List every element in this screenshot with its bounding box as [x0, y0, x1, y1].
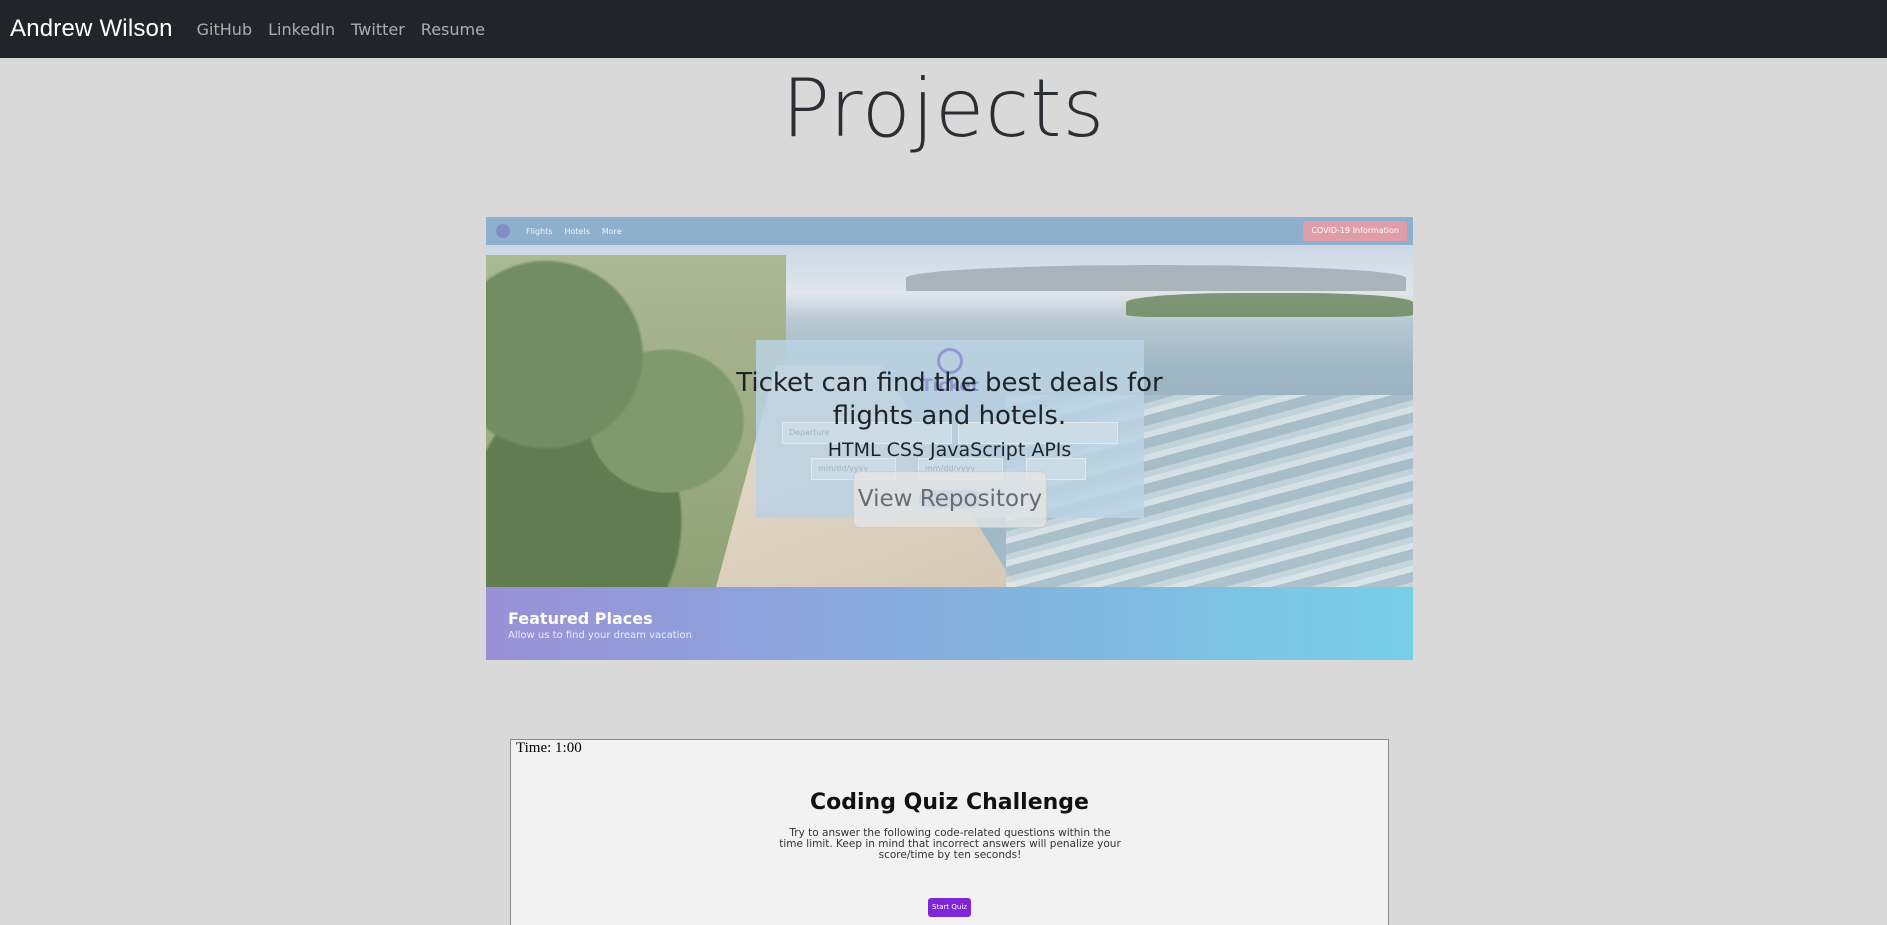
quiz-instructions: Try to answer the following code-related…: [779, 827, 1121, 861]
project-card-quiz[interactable]: Time: 1:00 Coding Quiz Challenge Try to …: [510, 739, 1389, 925]
view-repository-button[interactable]: View Repository: [853, 471, 1047, 528]
start-quiz-button[interactable]: Start Quiz: [928, 898, 971, 917]
project-technologies: HTML CSS JavaScript APIs: [827, 439, 1072, 461]
screenshot-logo-icon: [496, 224, 510, 238]
nav-link-resume[interactable]: Resume: [421, 20, 485, 39]
screenshot-nav-item: Flights: [526, 226, 553, 236]
project-card-ticket: Flights Hotels More COVID-19 Information…: [486, 217, 1413, 660]
quiz-timer: Time: 1:00: [516, 740, 582, 756]
nav-link-linkedin[interactable]: LinkedIn: [268, 20, 335, 39]
screenshot-navbar: Flights Hotels More COVID-19 Information: [486, 217, 1413, 245]
screenshot-band-subtitle: Allow us to find your dream vacation: [508, 630, 692, 641]
screenshot-alert-button: COVID-19 Information: [1303, 221, 1407, 241]
project-description-text: Ticket can find the best deals for fligh…: [736, 368, 1163, 431]
quiz-title: Coding Quiz Challenge: [810, 790, 1089, 815]
scene-hills: [906, 265, 1406, 291]
project-description: Ticket can find the best deals for fligh…: [486, 367, 1413, 433]
screenshot-nav-item: More: [601, 226, 622, 236]
screenshot-band-title: Featured Places: [508, 609, 653, 628]
screenshot-nav-item: Hotels: [564, 226, 590, 236]
brand-link[interactable]: Andrew Wilson: [10, 15, 173, 43]
top-navbar: Andrew Wilson GitHub LinkedIn Twitter Re…: [0, 0, 1887, 58]
scene-trees: [1126, 293, 1413, 317]
page-title: Projects: [781, 62, 1106, 155]
screenshot-featured-band: Featured Places Allow us to find your dr…: [486, 587, 1413, 660]
nav-link-twitter[interactable]: Twitter: [351, 20, 405, 39]
nav-link-github[interactable]: GitHub: [197, 20, 252, 39]
